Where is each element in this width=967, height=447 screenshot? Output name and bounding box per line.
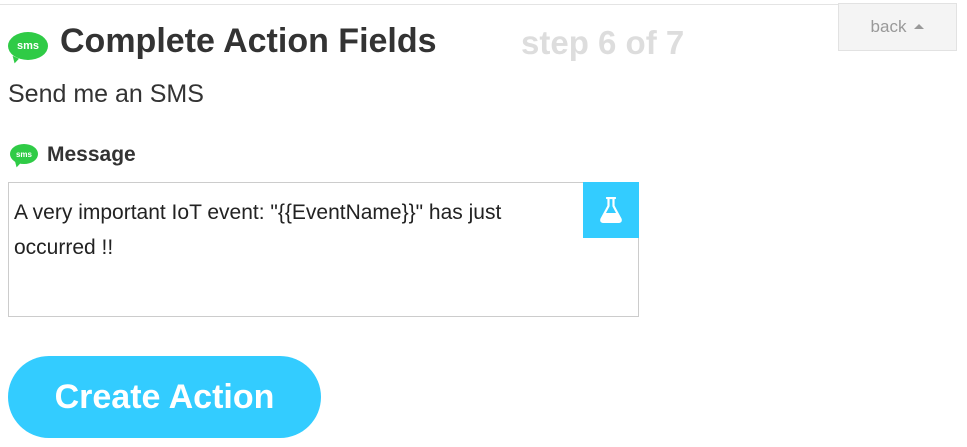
divider [0,4,838,5]
page: back sms Complete Action Fields step 6 o… [0,0,967,447]
sms-icon-label: sms [16,40,40,52]
ingredients-button[interactable] [583,182,639,238]
message-field-label: Message [47,143,136,166]
back-label: back [870,17,907,36]
action-subtitle: Send me an SMS [8,80,204,108]
sms-field-icon-label: sms [15,149,32,159]
caret-up-icon [914,23,925,29]
page-title: Complete Action Fields [60,22,437,60]
step-indicator: step 6 of 7 [521,24,685,61]
message-text[interactable]: A very important IoT event: "{{EventName… [14,195,574,265]
sms-icon: sms [8,32,48,60]
flask-icon [600,197,622,223]
back-button[interactable]: back [838,3,957,51]
sms-field-icon: sms [10,144,38,164]
create-action-button[interactable]: Create Action [8,356,321,438]
message-field[interactable]: A very important IoT event: "{{EventName… [8,182,639,317]
